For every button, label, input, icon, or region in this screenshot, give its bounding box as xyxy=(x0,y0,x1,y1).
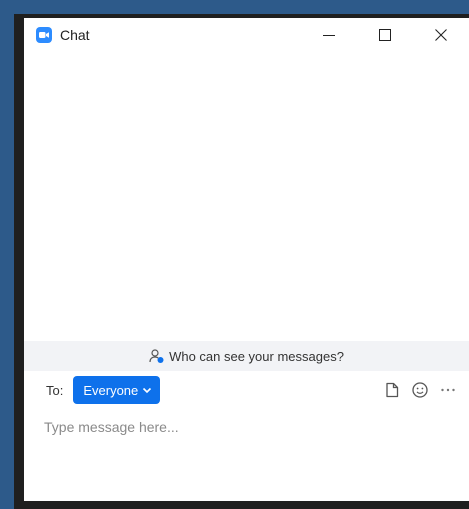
emoji-icon xyxy=(412,382,428,398)
visibility-text: Who can see your messages? xyxy=(169,348,344,364)
person-info-icon xyxy=(149,348,165,364)
minimize-icon xyxy=(323,35,335,36)
zoom-camera-icon xyxy=(36,27,52,43)
window-controls xyxy=(301,18,469,52)
desktop: Chat Who can see your messages? To: Ever… xyxy=(0,0,469,509)
to-label: To: xyxy=(46,382,64,398)
message-list[interactable] xyxy=(24,52,469,341)
title-bar[interactable]: Chat xyxy=(24,18,469,52)
recipient-dropdown[interactable]: Everyone xyxy=(73,376,161,404)
more-icon xyxy=(441,388,455,392)
chevron-down-icon xyxy=(142,386,152,394)
file-button[interactable] xyxy=(383,381,401,399)
close-button[interactable] xyxy=(413,18,469,52)
window-title: Chat xyxy=(60,27,90,43)
minimize-button[interactable] xyxy=(301,18,357,52)
message-input[interactable] xyxy=(44,415,444,439)
recipient-label: Everyone xyxy=(83,382,139,398)
file-icon xyxy=(386,382,399,398)
more-button[interactable] xyxy=(439,381,457,399)
chat-window: Chat Who can see your messages? To: Ever… xyxy=(24,18,469,501)
maximize-button[interactable] xyxy=(357,18,413,52)
maximize-icon xyxy=(379,29,391,41)
message-visibility-banner[interactable]: Who can see your messages? xyxy=(24,341,469,371)
compose-tools xyxy=(383,371,457,409)
recipient-row: To: Everyone xyxy=(24,371,469,409)
emoji-button[interactable] xyxy=(411,381,429,399)
compose-area xyxy=(24,409,469,501)
close-icon xyxy=(435,29,447,41)
